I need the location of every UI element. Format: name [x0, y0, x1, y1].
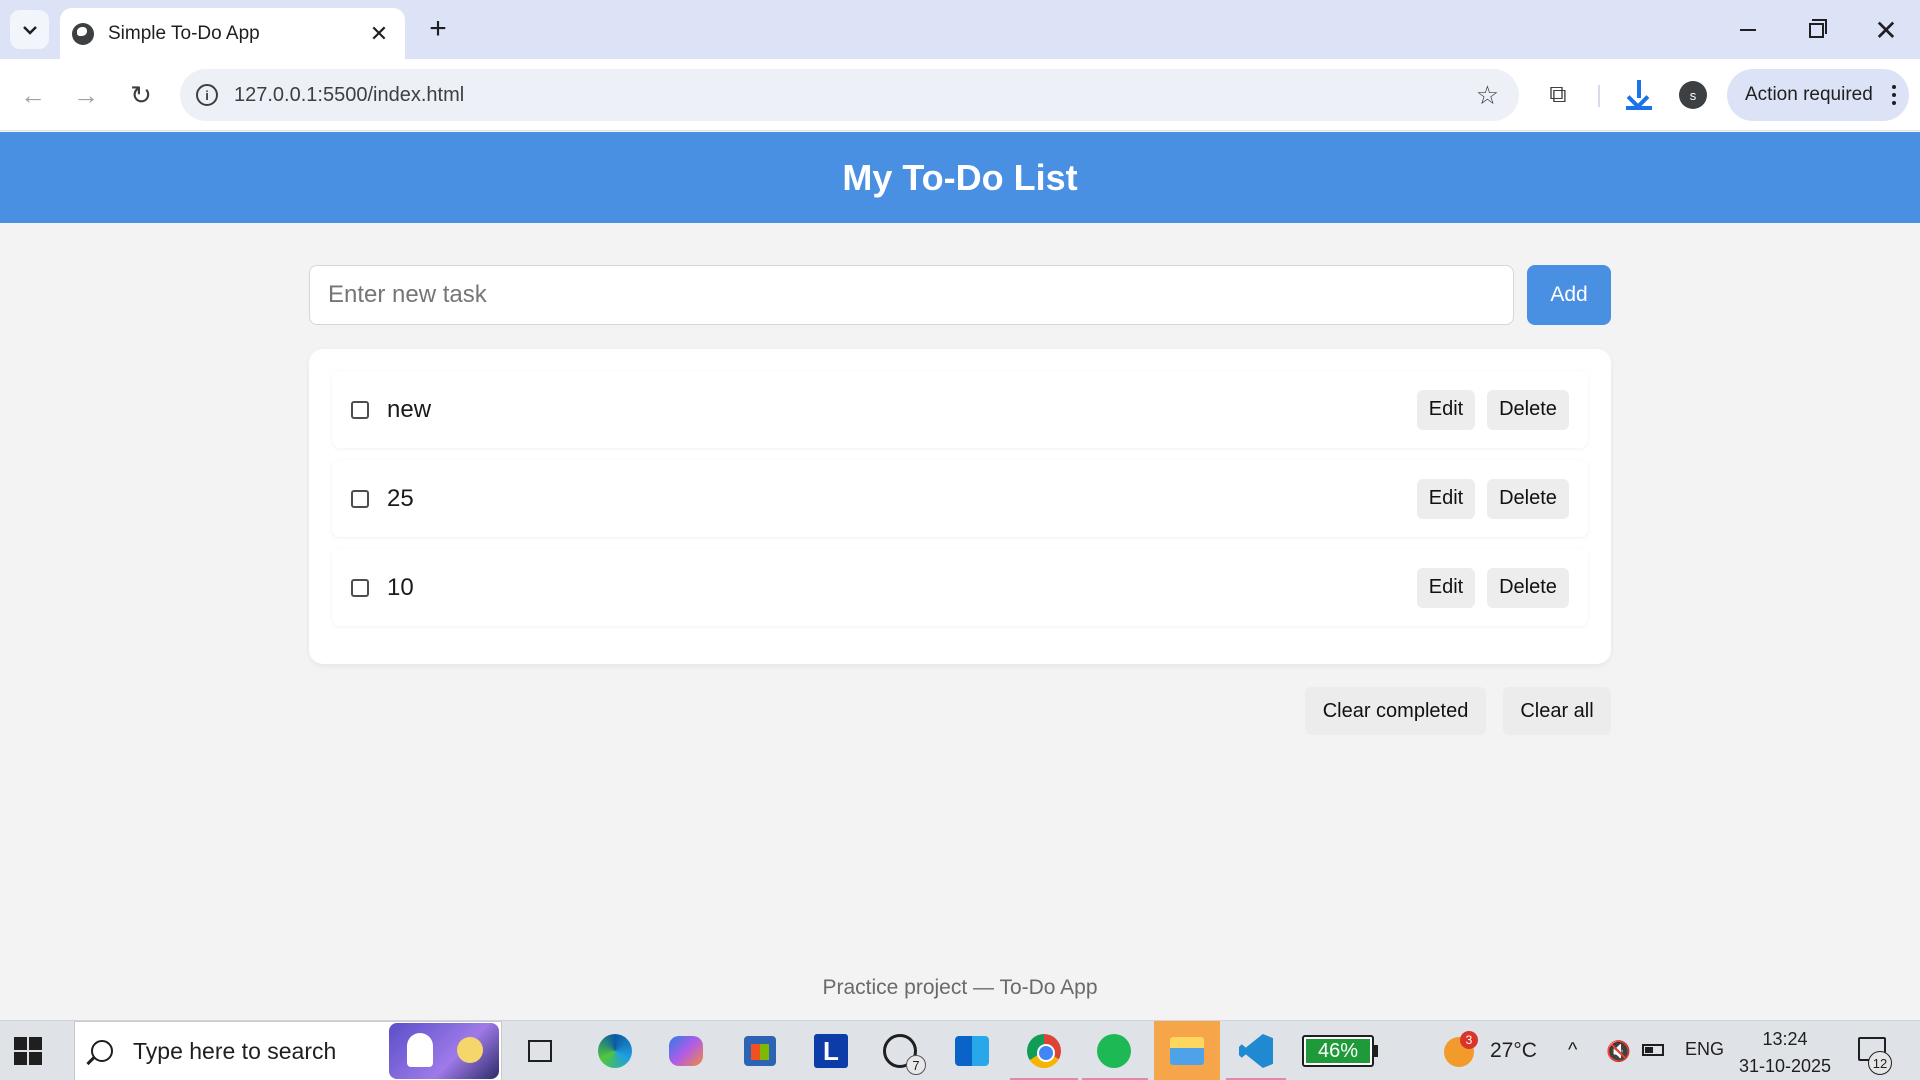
browser-tabstrip: Simple To-Do App ✕ + ✕ [0, 0, 1920, 59]
language-indicator[interactable]: ENG [1685, 1039, 1724, 1060]
reload-button[interactable]: ↻ [121, 75, 161, 115]
windows-start-icon[interactable] [14, 1037, 42, 1065]
site-info-icon[interactable]: i [196, 84, 218, 106]
task-item: new Edit Delete [332, 371, 1588, 448]
whatsapp-badge: 7 [906, 1055, 926, 1075]
task-item: 25 Edit Delete [332, 460, 1588, 537]
search-icon [91, 1040, 113, 1062]
edge-browser-icon[interactable] [595, 1031, 635, 1071]
action-required-label: Action required [1745, 84, 1873, 105]
taskbar-search-placeholder: Type here to search [133, 1037, 337, 1064]
weather-temperature[interactable]: 27°C [1490, 1039, 1537, 1063]
download-icon[interactable] [1619, 75, 1659, 115]
toolbar-separator [1598, 85, 1600, 107]
tab-title: Simple To-Do App [108, 22, 260, 44]
delete-task-button[interactable]: Delete [1487, 478, 1569, 519]
l-app-icon[interactable]: L [811, 1031, 851, 1071]
globe-icon [72, 22, 94, 45]
edit-task-button[interactable]: Edit [1417, 567, 1475, 608]
restore-icon [1808, 18, 1827, 38]
task-checkbox[interactable] [351, 489, 369, 508]
window-restore-button[interactable] [1786, 10, 1846, 50]
edit-task-button[interactable]: Edit [1417, 478, 1475, 519]
browser-tab-active[interactable]: Simple To-Do App ✕ [60, 8, 405, 59]
chrome-icon[interactable] [1024, 1031, 1064, 1071]
new-tab-button[interactable]: + [422, 14, 454, 46]
edit-task-button[interactable]: Edit [1417, 389, 1475, 430]
task-checkbox[interactable] [351, 400, 369, 419]
battery-percent: 46% [1306, 1039, 1370, 1063]
tab-close-icon[interactable]: ✕ [365, 21, 393, 47]
task-list: new Edit Delete 25 Edit Delete 10 Edit D… [309, 349, 1611, 664]
forward-button[interactable]: → [66, 75, 106, 115]
window-minimize-button[interactable] [1718, 10, 1778, 50]
task-text: new [387, 395, 432, 423]
task-text: 25 [387, 484, 414, 512]
bookmark-star-icon[interactable]: ☆ [1476, 80, 1499, 111]
add-task-button[interactable]: Add [1527, 265, 1611, 325]
copilot-icon[interactable] [666, 1031, 706, 1071]
taskbar-search[interactable]: Type here to search [74, 1021, 502, 1080]
tab-search-button[interactable] [10, 10, 49, 49]
delete-task-button[interactable]: Delete [1487, 389, 1569, 430]
clear-completed-button[interactable]: Clear completed [1305, 687, 1486, 735]
taskbar-clock[interactable]: 13:24 31-10-2025 [1736, 1026, 1834, 1080]
page-title: My To-Do List [842, 156, 1078, 198]
task-view-icon[interactable] [520, 1031, 560, 1071]
extensions-icon[interactable]: ⧉ [1538, 75, 1578, 115]
url-text[interactable]: 127.0.0.1:5500/index.html [234, 84, 1476, 107]
kebab-menu-icon[interactable] [1879, 85, 1909, 105]
windows-taskbar: Type here to search L 7 46% 3 27°C ^ 🔇 E… [0, 1020, 1920, 1080]
outlook-icon[interactable] [952, 1031, 992, 1071]
browser-toolbar: ← → ↻ i 127.0.0.1:5500/index.html ☆ ⧉ s … [0, 59, 1920, 131]
clock-time: 13:24 [1762, 1029, 1808, 1049]
notification-count: 12 [1868, 1051, 1892, 1075]
window-close-button[interactable]: ✕ [1856, 10, 1916, 50]
task-checkbox[interactable] [351, 578, 369, 597]
clock-date: 31-10-2025 [1738, 1056, 1832, 1076]
minimize-icon [1740, 29, 1756, 31]
profile-avatar[interactable]: s [1679, 81, 1707, 109]
microsoft-store-icon[interactable] [740, 1031, 780, 1071]
tray-battery-icon[interactable] [1642, 1039, 1664, 1062]
new-task-input[interactable] [309, 265, 1514, 325]
back-button[interactable]: ← [13, 75, 53, 115]
page-footer: Practice project — To-Do App [822, 976, 1098, 999]
volume-muted-icon[interactable]: 🔇 [1606, 1039, 1631, 1064]
delete-task-button[interactable]: Delete [1487, 567, 1569, 608]
address-bar[interactable]: i 127.0.0.1:5500/index.html ☆ [180, 69, 1519, 121]
task-item: 10 Edit Delete [332, 549, 1588, 626]
clear-all-button[interactable]: Clear all [1503, 687, 1611, 735]
app-header: My To-Do List [0, 132, 1920, 223]
vscode-icon[interactable] [1236, 1031, 1276, 1071]
tray-chevron-up-icon[interactable]: ^ [1568, 1039, 1577, 1062]
weather-badge: 3 [1460, 1031, 1478, 1049]
chevron-down-icon [22, 25, 37, 35]
search-highlight-illustration[interactable] [389, 1023, 499, 1079]
task-text: 10 [387, 573, 414, 601]
l-app-letter: L [814, 1034, 848, 1068]
battery-widget[interactable]: 46% [1302, 1035, 1378, 1067]
action-required-chip[interactable]: Action required [1727, 69, 1909, 121]
file-explorer-icon[interactable] [1154, 1021, 1220, 1080]
whatsapp-icon[interactable]: 7 [880, 1031, 926, 1075]
spotify-icon[interactable] [1094, 1031, 1134, 1071]
